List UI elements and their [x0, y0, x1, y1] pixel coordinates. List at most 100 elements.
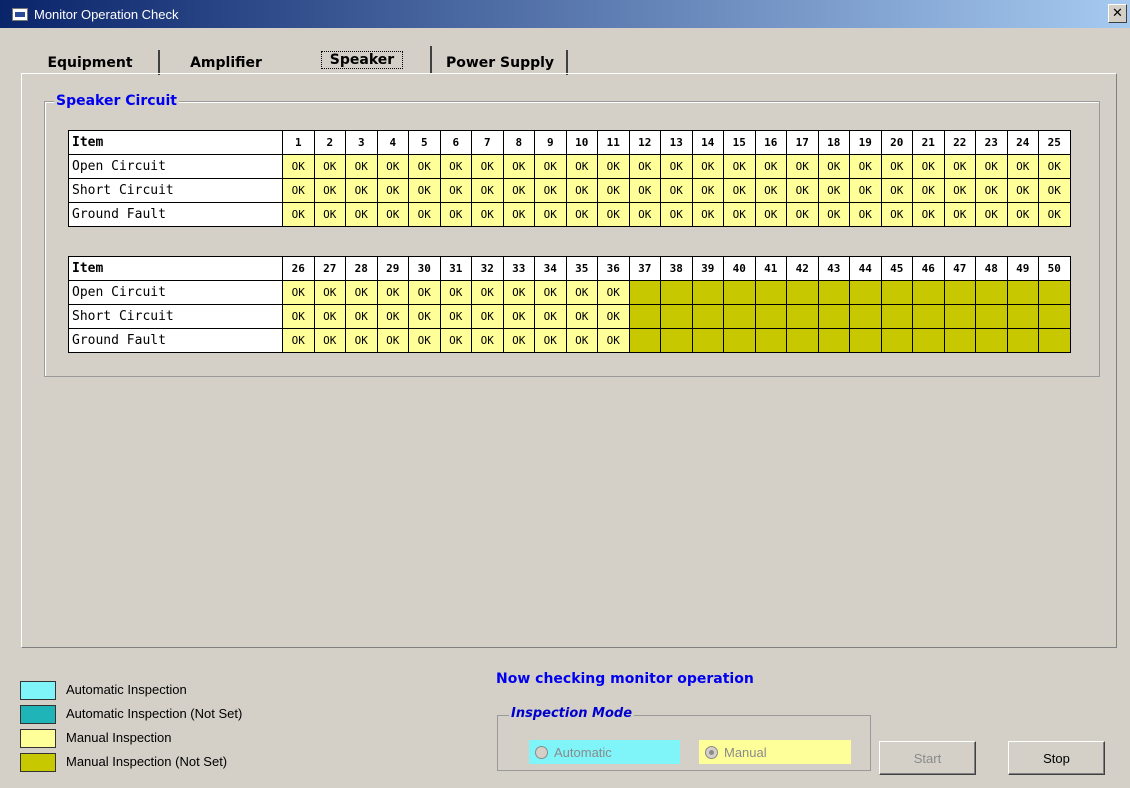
- column-header: 2: [313, 130, 346, 155]
- column-header-item: Item: [68, 256, 283, 281]
- tab-power-supply[interactable]: Power Supply: [434, 50, 568, 75]
- column-header: 18: [817, 130, 850, 155]
- status-cell: [912, 280, 945, 305]
- column-header: 33: [502, 256, 535, 281]
- manual-radio[interactable]: Manual: [699, 740, 851, 764]
- app-window-icon: [12, 7, 28, 21]
- status-cell: OK: [376, 304, 409, 329]
- status-cell: OK: [1006, 202, 1039, 227]
- status-cell: OK: [282, 328, 315, 353]
- status-cell: OK: [786, 178, 819, 203]
- column-header: 20: [880, 130, 913, 155]
- status-cell: OK: [849, 202, 882, 227]
- status-cell: OK: [660, 154, 693, 179]
- table-header-row: Item 26 27 28 29 30 31 32 33 34 35 36 37 38 39 40 41 42 43…: [68, 256, 1071, 281]
- status-cell: OK: [565, 280, 598, 305]
- status-cell: OK: [817, 154, 850, 179]
- status-cell: OK: [439, 304, 472, 329]
- status-cell: OK: [502, 304, 535, 329]
- tab-equipment-label: Equipment: [47, 54, 133, 71]
- status-cell: [1038, 328, 1071, 353]
- column-header: 35: [565, 256, 598, 281]
- status-cell: OK: [502, 202, 535, 227]
- status-cell: OK: [1006, 178, 1039, 203]
- column-header: 31: [439, 256, 472, 281]
- status-cell: OK: [345, 154, 378, 179]
- column-header: 21: [912, 130, 945, 155]
- status-cell: OK: [502, 280, 535, 305]
- table-header-row: Item 1 2 3 4 5 6 7 8 9 10 11 12 13 14 15 16 17 18 19 20 21 22 2…: [68, 130, 1071, 155]
- inspection-mode-title: Inspection Mode: [509, 706, 635, 721]
- status-cell: OK: [502, 328, 535, 353]
- status-cell: [628, 304, 661, 329]
- status-cell: OK: [880, 154, 913, 179]
- column-header: 34: [534, 256, 567, 281]
- status-cell: OK: [502, 178, 535, 203]
- table-row: Short Circuit OK OK OK OK OK OK OK OK OK OK OK OK OK O…: [68, 178, 1071, 203]
- status-cell: OK: [691, 178, 724, 203]
- column-header: 41: [754, 256, 787, 281]
- status-cell: OK: [313, 178, 346, 203]
- column-header: 44: [849, 256, 882, 281]
- column-header: 36: [597, 256, 630, 281]
- status-cell: OK: [786, 202, 819, 227]
- column-header: 14: [691, 130, 724, 155]
- status-cell: OK: [1038, 178, 1071, 203]
- status-cell: OK: [282, 280, 315, 305]
- status-cell: OK: [786, 154, 819, 179]
- status-cell: OK: [880, 178, 913, 203]
- status-cell: [849, 304, 882, 329]
- tab-amplifier[interactable]: Amplifier: [162, 50, 290, 75]
- status-cell: [912, 328, 945, 353]
- tab-equipment[interactable]: Equipment: [22, 50, 160, 75]
- status-cell: OK: [471, 280, 504, 305]
- tab-speaker[interactable]: Speaker: [294, 46, 432, 73]
- status-cell: OK: [565, 178, 598, 203]
- row-label: Open Circuit: [68, 280, 283, 305]
- status-cell: [880, 328, 913, 353]
- column-header: 45: [880, 256, 913, 281]
- status-cell: OK: [376, 154, 409, 179]
- status-cell: [943, 328, 976, 353]
- status-cell: OK: [597, 304, 630, 329]
- status-cell: OK: [376, 178, 409, 203]
- column-header: 25: [1038, 130, 1071, 155]
- stop-button[interactable]: Stop: [1008, 741, 1105, 775]
- status-cell: OK: [723, 154, 756, 179]
- status-cell: OK: [817, 202, 850, 227]
- automatic-radio[interactable]: Automatic: [529, 740, 680, 764]
- column-header: 42: [786, 256, 819, 281]
- status-cell: [786, 304, 819, 329]
- legend-swatch-manual-not-set: [20, 753, 56, 772]
- status-cell: [660, 328, 693, 353]
- status-cell: OK: [597, 154, 630, 179]
- close-button[interactable]: ✕: [1108, 4, 1127, 23]
- status-cell: OK: [345, 304, 378, 329]
- status-cell: [723, 328, 756, 353]
- start-button[interactable]: Start: [879, 741, 976, 775]
- row-label: Short Circuit: [68, 304, 283, 329]
- status-cell: [628, 280, 661, 305]
- legend-label: Manual Inspection: [66, 730, 172, 745]
- status-cell: OK: [597, 280, 630, 305]
- column-header: 30: [408, 256, 441, 281]
- window-title: Monitor Operation Check: [34, 6, 179, 22]
- column-header: 39: [691, 256, 724, 281]
- column-header: 23: [975, 130, 1008, 155]
- column-header: 26: [282, 256, 315, 281]
- status-text: Now checking monitor operation: [496, 671, 754, 687]
- column-header: 38: [660, 256, 693, 281]
- table-row: Ground Fault OK OK OK OK OK OK OK OK OK OK OK: [68, 328, 1071, 353]
- status-cell: OK: [408, 202, 441, 227]
- automatic-radio-dot: [535, 745, 548, 759]
- status-cell: OK: [849, 178, 882, 203]
- status-cell: OK: [376, 202, 409, 227]
- status-cell: OK: [439, 328, 472, 353]
- status-cell: OK: [313, 280, 346, 305]
- status-cell: OK: [723, 178, 756, 203]
- status-cell: [975, 280, 1008, 305]
- status-cell: OK: [534, 280, 567, 305]
- status-cell: OK: [313, 202, 346, 227]
- status-cell: OK: [282, 202, 315, 227]
- status-cell: OK: [628, 178, 661, 203]
